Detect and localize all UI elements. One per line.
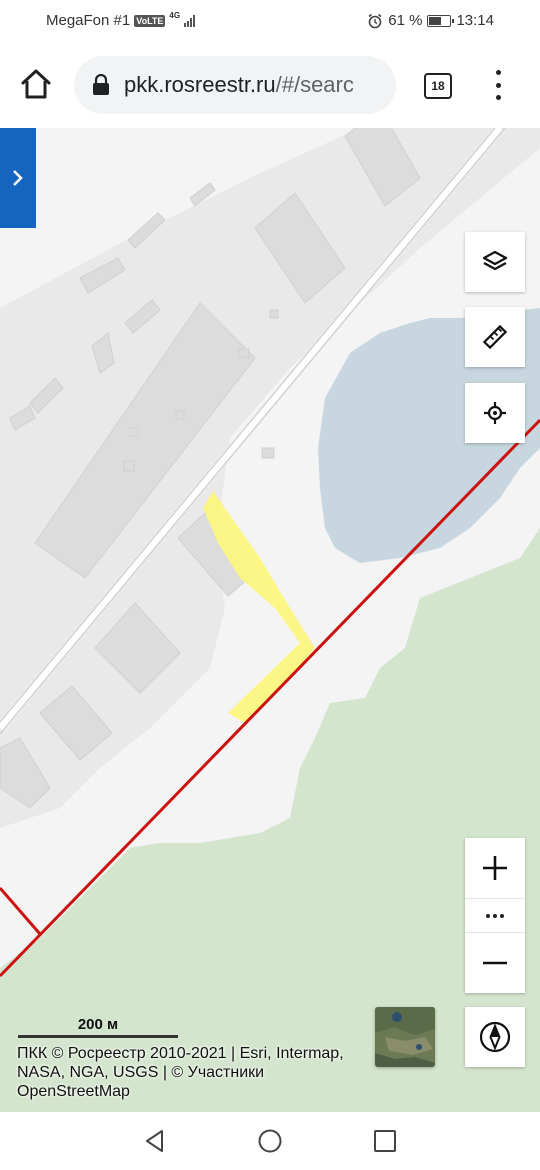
basemap-switcher[interactable]: [375, 1007, 435, 1067]
satellite-preview: [375, 1007, 435, 1067]
signal-icon: [184, 14, 196, 27]
recents-icon[interactable]: [372, 1128, 398, 1154]
map-attribution: ПКК © Росреестр 2010-2021 | Esri, Interm…: [17, 1045, 344, 1100]
browser-menu-button[interactable]: [488, 70, 508, 100]
home-nav-icon[interactable]: [257, 1128, 283, 1154]
map-canvas[interactable]: [0, 128, 540, 1112]
back-icon[interactable]: [142, 1128, 168, 1154]
map-view[interactable]: 200 м ПКК © Росреестр 2010-2021 | Esri, …: [0, 128, 540, 1112]
zoom-out-button[interactable]: [465, 933, 525, 993]
ruler-icon: [482, 324, 508, 350]
layers-button[interactable]: [465, 232, 525, 292]
clock: 13:14: [456, 12, 494, 29]
crosshair-icon: [484, 402, 506, 424]
carrier-name: MegaFon #1: [46, 12, 131, 29]
status-left: MegaFon #1 VoLTE 4G: [46, 11, 196, 29]
tab-switcher-button[interactable]: 18: [424, 73, 452, 99]
side-panel-toggle[interactable]: [0, 128, 36, 228]
url-host: pkk.rosreestr.ru: [124, 72, 276, 97]
layers-icon: [482, 250, 508, 271]
scale-label: 200 м: [77, 1016, 119, 1033]
lock-icon: [93, 74, 109, 95]
measure-button[interactable]: [465, 307, 525, 367]
zoom-controls: [465, 838, 525, 993]
address-bar[interactable]: pkk.rosreestr.ru/#/searc: [74, 56, 396, 114]
battery-icon: [427, 14, 455, 27]
scale-line: [18, 1035, 178, 1038]
battery-percent: 61 %: [388, 12, 423, 29]
plus-icon: [483, 856, 507, 880]
system-navigation-bar: [0, 1112, 540, 1170]
locate-button[interactable]: [465, 383, 525, 443]
url-text: pkk.rosreestr.ru/#/searc: [124, 72, 354, 98]
network-type: 4G: [169, 11, 181, 20]
url-path: /#/searc: [275, 72, 354, 97]
minus-icon: [483, 961, 507, 965]
more-options-button[interactable]: [465, 898, 525, 933]
status-bar: MegaFon #1 VoLTE 4G 61 % 13:14: [0, 0, 540, 42]
chevron-right-icon: [13, 170, 23, 186]
browser-toolbar: pkk.rosreestr.ru/#/searc 18: [0, 42, 540, 129]
alarm-icon: [368, 13, 382, 28]
scale-bar: 200 м: [18, 1016, 178, 1038]
compass-icon: [479, 1021, 511, 1053]
status-right: 61 % 13:14: [367, 12, 494, 29]
compass-button[interactable]: [465, 1007, 525, 1067]
zoom-in-button[interactable]: [465, 838, 525, 898]
home-icon[interactable]: [18, 66, 54, 102]
volte-badge: VoLTE: [134, 14, 166, 27]
